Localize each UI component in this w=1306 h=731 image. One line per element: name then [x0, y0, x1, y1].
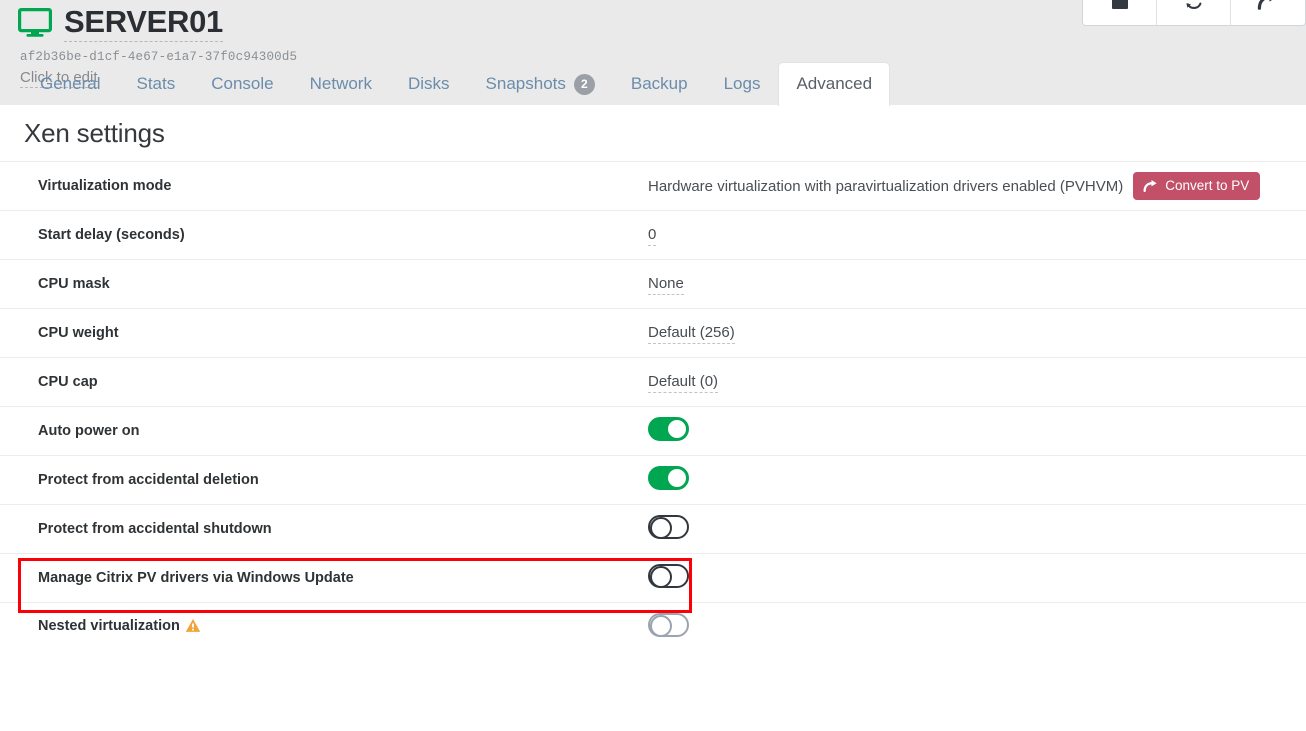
- tab-general[interactable]: General: [22, 62, 118, 106]
- tab-advanced[interactable]: Advanced: [778, 62, 891, 106]
- editable-value[interactable]: Default (0): [648, 372, 719, 393]
- setting-label-cell: CPU cap: [0, 357, 648, 407]
- setting-label: Start delay (seconds): [38, 227, 185, 243]
- settings-row: CPU cap Default (0): [0, 357, 1306, 407]
- tab-label: Snapshots: [485, 74, 566, 93]
- setting-label: Auto power on: [38, 423, 140, 439]
- setting-value-cell: None: [648, 259, 1306, 309]
- forward-arrow-icon: [1143, 179, 1157, 192]
- tab-label: Console: [211, 74, 274, 93]
- tab-label: Disks: [407, 74, 450, 93]
- toggle-switch[interactable]: [648, 515, 689, 539]
- warning-triangle-icon: [185, 618, 201, 637]
- vm-action-toolbar: [1082, 0, 1306, 26]
- tab-label: Stats: [136, 74, 176, 93]
- setting-value-cell: Hardware virtualization with paravirtual…: [648, 161, 1306, 211]
- setting-label: CPU cap: [38, 374, 98, 390]
- settings-row: Virtualization mode Hardware virtualizati…: [0, 161, 1306, 211]
- setting-value-cell: [648, 504, 1306, 554]
- setting-label-cell: CPU mask: [0, 259, 648, 309]
- vm-header: SERVER01 af2b36be-d1cf-4e67-e1a7-37f0c94…: [0, 0, 1306, 106]
- tab-snapshots[interactable]: Snapshots 2: [468, 62, 613, 106]
- vm-name[interactable]: SERVER01: [64, 4, 223, 42]
- setting-label: Protect from accidental deletion: [38, 472, 259, 488]
- reboot-button[interactable]: [1157, 0, 1231, 25]
- setting-label: CPU mask: [38, 276, 110, 292]
- tab-network[interactable]: Network: [292, 62, 390, 106]
- tab-label: Logs: [723, 74, 761, 93]
- xen-settings-body: Virtualization mode Hardware virtualizati…: [0, 161, 1306, 652]
- setting-label: Virtualization mode: [38, 178, 172, 194]
- setting-value-cell: [648, 455, 1306, 505]
- setting-label: Nested virtualization: [38, 617, 180, 634]
- settings-row: CPU mask None: [0, 259, 1306, 309]
- convert-to-pv-button[interactable]: Convert to PV: [1133, 172, 1261, 200]
- settings-row: Manage Citrix PV drivers via Windows Upd…: [0, 553, 1306, 603]
- setting-value-cell: [648, 553, 1306, 603]
- setting-value-cell: Default (0): [648, 357, 1306, 407]
- settings-row: Nested virtualization: [0, 602, 1306, 652]
- editable-value[interactable]: Default (256): [648, 323, 735, 344]
- convert-to-pv-label: Convert to PV: [1165, 178, 1250, 193]
- xen-settings-table: Virtualization mode Hardware virtualizati…: [0, 161, 1306, 652]
- setting-label-cell: CPU weight: [0, 308, 648, 358]
- refresh-cycle-icon: [1185, 2, 1201, 10]
- tab-stats[interactable]: Stats: [118, 62, 193, 106]
- settings-row: CPU weight Default (256): [0, 308, 1306, 358]
- settings-row: Start delay (seconds) 0: [0, 210, 1306, 260]
- setting-value-cell: 0: [648, 210, 1306, 260]
- tab-label: Backup: [630, 74, 688, 93]
- tab-label: General: [40, 74, 101, 93]
- tab-logs[interactable]: Logs: [706, 62, 779, 106]
- setting-label-cell: Protect from accidental shutdown: [0, 504, 648, 554]
- setting-label-cell: Virtualization mode: [0, 161, 648, 211]
- toggle-switch[interactable]: [648, 613, 689, 638]
- stop-square-icon: [1111, 0, 1128, 9]
- forward-arrow-icon: [1257, 0, 1272, 10]
- setting-label: CPU weight: [38, 325, 119, 341]
- migrate-button[interactable]: [1231, 0, 1305, 25]
- settings-row: Protect from accidental shutdown: [0, 504, 1306, 554]
- virtualization-mode-value: Hardware virtualization with paravirtual…: [648, 172, 1282, 200]
- stop-button[interactable]: [1083, 0, 1157, 25]
- setting-label: Protect from accidental shutdown: [38, 521, 272, 537]
- tab-console[interactable]: Console: [193, 62, 291, 106]
- tab-disks[interactable]: Disks: [390, 62, 468, 106]
- settings-row: Protect from accidental deletion: [0, 455, 1306, 505]
- setting-label-cell: Start delay (seconds): [0, 210, 648, 260]
- setting-label: Manage Citrix PV drivers via Windows Upd…: [38, 570, 354, 586]
- setting-value-cell: [648, 406, 1306, 456]
- setting-value-cell: [648, 602, 1306, 652]
- setting-label-cell: Auto power on: [0, 406, 648, 456]
- tab-backup[interactable]: Backup: [613, 62, 706, 106]
- toggle-switch[interactable]: [648, 417, 689, 441]
- editable-value[interactable]: None: [648, 274, 684, 295]
- advanced-panel: Xen settings Virtualization mode Hardware…: [0, 105, 1306, 652]
- tab-badge: 2: [573, 73, 595, 95]
- tab-label: Network: [309, 74, 372, 93]
- setting-value-cell: Default (256): [648, 308, 1306, 358]
- page-title: Xen settings: [24, 118, 165, 148]
- monitor-icon: [18, 8, 52, 37]
- toggle-switch[interactable]: [648, 564, 689, 588]
- settings-row: Auto power on: [0, 406, 1306, 456]
- vm-tabs: General Stats Console Network Disks Snapshots…: [0, 60, 891, 106]
- editable-value[interactable]: 0: [648, 225, 657, 246]
- virtualization-mode-text: Hardware virtualization with paravirtual…: [648, 177, 1124, 195]
- setting-label-cell: Manage Citrix PV drivers via Windows Upd…: [0, 553, 648, 603]
- tab-label: Advanced: [796, 74, 873, 93]
- toggle-switch[interactable]: [648, 466, 689, 490]
- setting-label-cell: Nested virtualization: [0, 602, 648, 652]
- setting-label-cell: Protect from accidental deletion: [0, 455, 648, 505]
